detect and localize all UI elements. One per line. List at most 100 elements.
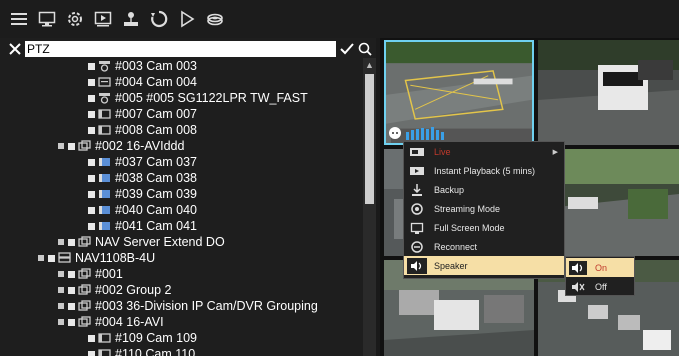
search-input[interactable] bbox=[25, 41, 336, 57]
menu-item-speaker-on[interactable]: On bbox=[566, 258, 634, 277]
menu-item-backup[interactable]: Backup bbox=[404, 180, 564, 199]
tree-item[interactable]: #003 Cam 003 bbox=[88, 58, 197, 74]
checkbox[interactable] bbox=[88, 174, 95, 182]
camera-icon bbox=[98, 333, 111, 343]
tree-item[interactable]: #005 #005 SG1122LPR TW_FAST bbox=[88, 90, 308, 106]
camera-icon bbox=[98, 109, 111, 119]
camera-active-icon bbox=[99, 206, 110, 214]
search-bar bbox=[0, 40, 376, 58]
expand-icon[interactable] bbox=[58, 303, 64, 309]
tree-item[interactable]: #039 Cam 039 bbox=[88, 186, 197, 202]
device-tree-panel: #003 Cam 003 #004 Cam 004 #005 #005 SG11… bbox=[0, 38, 376, 356]
camera-active-icon bbox=[99, 158, 110, 166]
menu-item-instant-playback[interactable]: Instant Playback (5 mins) bbox=[404, 161, 564, 180]
tree-item[interactable]: #040 Cam 040 bbox=[88, 202, 197, 218]
instant-playback-icon bbox=[407, 163, 427, 179]
checkbox[interactable] bbox=[68, 318, 75, 326]
playback-icon[interactable] bbox=[92, 8, 114, 30]
checkbox[interactable] bbox=[88, 190, 95, 198]
checkbox[interactable] bbox=[48, 254, 55, 262]
group-icon bbox=[78, 268, 91, 279]
search-icon[interactable] bbox=[357, 41, 373, 57]
device-tree: #003 Cam 003 #004 Cam 004 #005 #005 SG11… bbox=[0, 58, 362, 356]
checkbox[interactable] bbox=[88, 62, 95, 70]
reconnect-icon bbox=[407, 239, 427, 255]
tree-server[interactable]: NAV1108B-4U bbox=[38, 250, 155, 266]
audio-overlay bbox=[388, 124, 458, 142]
gear-icon[interactable] bbox=[64, 8, 86, 30]
group-icon bbox=[78, 284, 91, 295]
camera-icon bbox=[98, 125, 111, 135]
expand-icon[interactable] bbox=[58, 239, 64, 245]
checkbox[interactable] bbox=[88, 206, 95, 214]
menu-item-streaming-mode[interactable]: Streaming Mode bbox=[404, 199, 564, 218]
tree-item[interactable]: #110 Cam 110 bbox=[88, 346, 195, 356]
full-screen-icon bbox=[407, 220, 427, 236]
menu-item-speaker-off[interactable]: Off bbox=[566, 277, 634, 296]
tree-item[interactable]: #004 Cam 004 bbox=[88, 74, 197, 90]
checkbox[interactable] bbox=[88, 110, 95, 118]
tree-item[interactable]: #109 Cam 109 bbox=[88, 330, 197, 346]
checkbox[interactable] bbox=[68, 286, 75, 294]
tree-item[interactable]: #008 Cam 008 bbox=[88, 122, 197, 138]
database-icon[interactable] bbox=[204, 8, 226, 30]
scrollbar-thumb[interactable] bbox=[365, 74, 374, 204]
tree-item[interactable]: #037 Cam 037 bbox=[88, 154, 197, 170]
video-cell-2[interactable] bbox=[538, 40, 679, 145]
speaker-submenu: On Off bbox=[565, 256, 635, 296]
expand-icon[interactable] bbox=[58, 271, 64, 277]
checkbox[interactable] bbox=[88, 158, 95, 166]
checkbox[interactable] bbox=[68, 142, 75, 150]
group-icon bbox=[78, 300, 91, 311]
menu-item-full-screen[interactable]: Full Screen Mode bbox=[404, 218, 564, 237]
dvr-icon bbox=[98, 77, 111, 87]
camera-active-icon bbox=[99, 174, 110, 182]
checkbox[interactable] bbox=[68, 302, 75, 310]
speaker-icon bbox=[407, 257, 427, 274]
checkbox[interactable] bbox=[88, 78, 95, 86]
checkbox[interactable] bbox=[88, 222, 95, 230]
context-menu: Live ▶ Instant Playback (5 mins) Backup … bbox=[403, 141, 565, 279]
tree-group[interactable]: #002 16-AVIddd bbox=[58, 138, 184, 154]
tree-group[interactable]: #002 Group 2 bbox=[58, 282, 171, 298]
refresh-icon[interactable] bbox=[148, 8, 170, 30]
monitor-icon[interactable] bbox=[36, 8, 58, 30]
ptz-camera-icon bbox=[99, 61, 110, 72]
tree-item[interactable]: #041 Cam 041 bbox=[88, 218, 197, 234]
collapse-icon[interactable] bbox=[58, 143, 64, 149]
network-icon[interactable] bbox=[120, 8, 142, 30]
menu-icon[interactable] bbox=[8, 8, 30, 30]
tree-item[interactable]: #038 Cam 038 bbox=[88, 170, 197, 186]
checkbox[interactable] bbox=[88, 126, 95, 134]
server-icon bbox=[58, 252, 71, 263]
collapse-icon[interactable] bbox=[38, 255, 44, 261]
expand-icon[interactable] bbox=[58, 287, 64, 293]
tree-group[interactable]: #003 36-Division IP Cam/DVR Grouping bbox=[58, 298, 318, 314]
collapse-icon[interactable] bbox=[58, 319, 64, 325]
toolbar bbox=[0, 0, 679, 38]
checkbox[interactable] bbox=[68, 238, 75, 246]
group-icon bbox=[78, 316, 91, 327]
backup-icon bbox=[407, 182, 427, 198]
tree-group[interactable]: #004 16-AVI bbox=[58, 314, 164, 330]
camera-icon bbox=[98, 349, 111, 356]
checkbox[interactable] bbox=[68, 270, 75, 278]
group-icon bbox=[78, 140, 91, 151]
menu-item-reconnect[interactable]: Reconnect bbox=[404, 237, 564, 256]
checkbox[interactable] bbox=[88, 94, 95, 102]
clear-search-icon[interactable] bbox=[8, 41, 22, 57]
camera-active-icon bbox=[99, 190, 110, 198]
tree-scrollbar[interactable]: ▲ bbox=[363, 58, 376, 356]
tree-group[interactable]: NAV Server Extend DO bbox=[58, 234, 225, 250]
group-icon bbox=[78, 236, 91, 247]
streaming-mode-icon bbox=[407, 201, 427, 217]
scroll-up-icon[interactable]: ▲ bbox=[365, 60, 374, 70]
menu-item-live[interactable]: Live ▶ bbox=[404, 142, 564, 161]
checkbox[interactable] bbox=[88, 350, 95, 356]
confirm-search-icon[interactable] bbox=[339, 41, 355, 57]
menu-item-speaker[interactable]: Speaker bbox=[404, 256, 564, 275]
tree-group[interactable]: #001 bbox=[58, 266, 123, 282]
checkbox[interactable] bbox=[88, 334, 95, 342]
play-icon[interactable] bbox=[176, 8, 198, 30]
tree-item[interactable]: #007 Cam 007 bbox=[88, 106, 197, 122]
